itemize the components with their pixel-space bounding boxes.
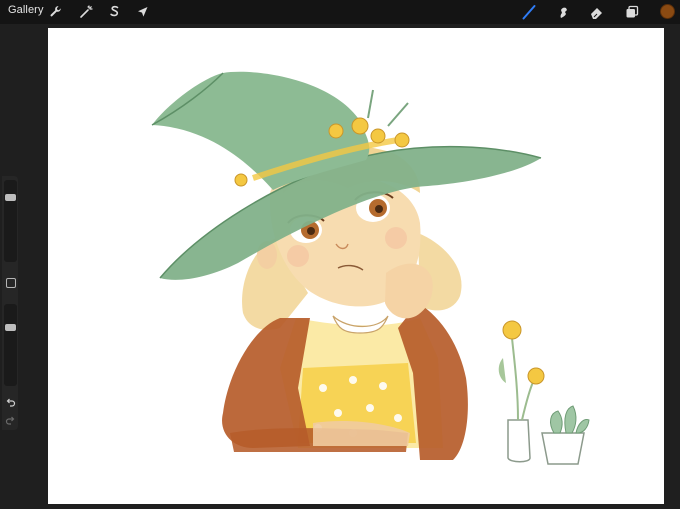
layers-icon[interactable] [623, 3, 641, 21]
color-swatch[interactable] [660, 4, 675, 19]
brush-icon[interactable] [520, 3, 538, 21]
opacity-thumb[interactable] [5, 324, 16, 331]
eraser-icon[interactable] [588, 3, 606, 21]
top-toolbar: Gallery [0, 0, 680, 24]
brush-size-slider[interactable] [4, 180, 17, 262]
witch-girl-illustration [151, 71, 590, 465]
magic-wand-icon[interactable] [77, 3, 95, 21]
undo-arrow-icon[interactable] [5, 395, 16, 407]
drawing-canvas[interactable] [48, 28, 664, 504]
sidebar [2, 176, 18, 430]
smudge-icon[interactable] [554, 3, 572, 21]
square-icon[interactable] [6, 278, 16, 288]
brush-size-thumb[interactable] [5, 194, 16, 201]
cursor-arrow-icon[interactable] [134, 3, 152, 21]
opacity-slider[interactable] [4, 304, 17, 386]
gallery-button[interactable]: Gallery [8, 4, 44, 16]
redo-arrow-icon[interactable] [5, 413, 16, 425]
selection-s-icon[interactable] [105, 3, 123, 21]
wrench-icon[interactable] [47, 3, 65, 21]
